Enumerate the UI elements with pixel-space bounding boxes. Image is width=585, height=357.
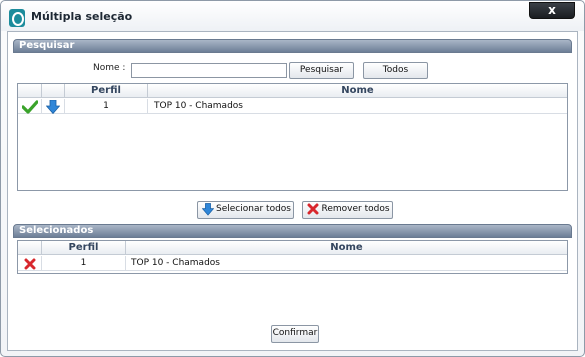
column-header-nome: Nome	[330, 242, 363, 253]
nome-cell: TOP 10 - Chamados	[131, 258, 220, 268]
all-button[interactable]: Todos	[363, 62, 428, 79]
perfil-cell: 1	[65, 99, 148, 114]
remove-all-button[interactable]: Remover todos	[302, 201, 393, 219]
multi-select-dialog: Múltipla seleção x Pesquisar Nome : Pesq…	[0, 0, 585, 357]
search-group-header: Pesquisar	[13, 39, 572, 53]
red-x-icon[interactable]	[18, 256, 42, 271]
name-search-input[interactable]	[131, 63, 287, 78]
app-logo-icon	[9, 9, 25, 27]
check-icon[interactable]	[18, 99, 42, 114]
table-row: 1 TOP 10 - Chamados	[18, 99, 567, 114]
table-row: 1 TOP 10 - Chamados	[18, 256, 567, 271]
nome-cell: TOP 10 - Chamados	[154, 101, 243, 111]
column-header-perfil: Perfil	[42, 241, 126, 254]
name-label: Nome :	[93, 63, 126, 73]
red-x-icon	[307, 203, 319, 215]
search-button[interactable]: Pesquisar	[289, 62, 354, 79]
column-header-nome: Nome	[341, 85, 374, 96]
title-bar: Múltipla seleção x	[1, 1, 584, 31]
confirm-button[interactable]: Confirmar	[271, 325, 319, 343]
search-results-grid: Perfil Nome 1 TOP 10 - Chamados	[17, 83, 568, 191]
arrow-down-icon[interactable]	[42, 99, 65, 114]
close-button[interactable]: x	[529, 2, 575, 19]
arrow-down-icon	[202, 203, 214, 216]
selected-grid: Perfil Nome 1 TOP 10 - Chamados	[17, 240, 568, 274]
search-grid-header: Perfil Nome	[18, 84, 567, 98]
selected-group-header: Selecionados	[13, 224, 572, 238]
column-header-perfil: Perfil	[65, 84, 148, 97]
selected-grid-header: Perfil Nome	[18, 241, 567, 255]
remove-all-label: Remover todos	[321, 204, 390, 214]
perfil-cell: 1	[42, 256, 126, 271]
select-all-button[interactable]: Selecionar todos	[197, 201, 294, 219]
window-title: Múltipla seleção	[31, 10, 133, 23]
select-all-label: Selecionar todos	[216, 204, 291, 214]
dialog-body: Pesquisar Nome : Pesquisar Todos Perfil …	[7, 31, 578, 351]
